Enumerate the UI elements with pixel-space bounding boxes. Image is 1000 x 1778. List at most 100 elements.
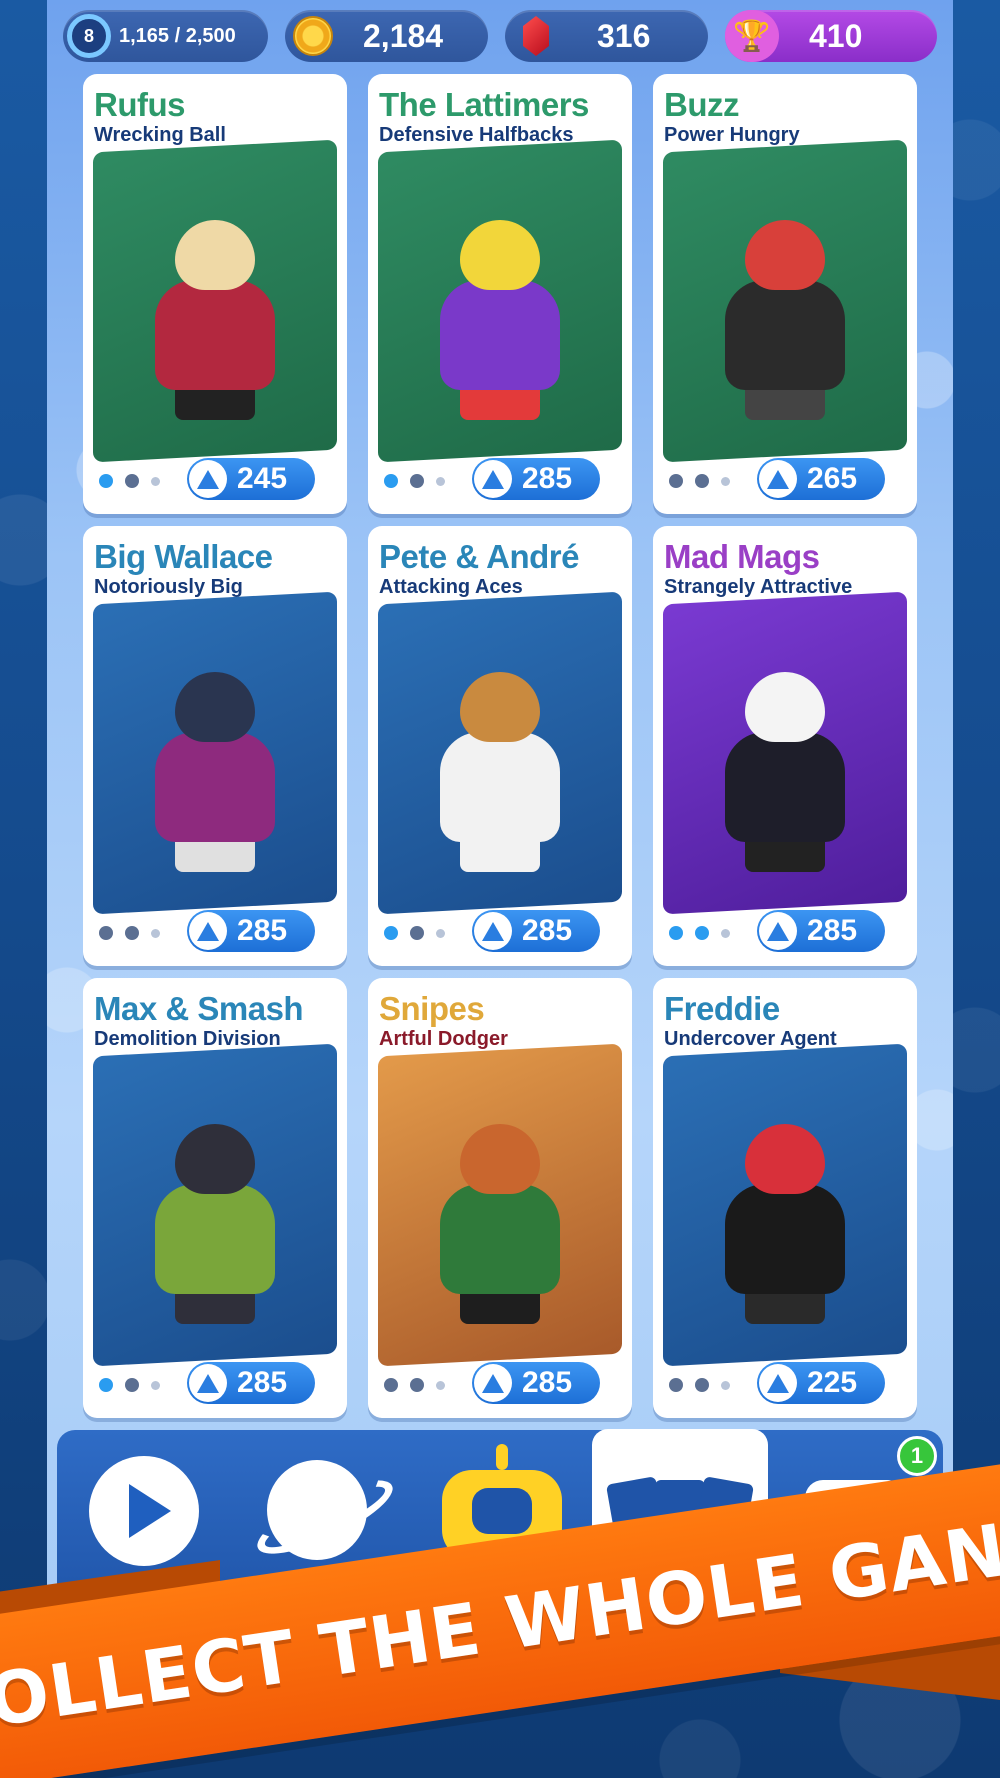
character-card[interactable]: Snipes Artful Dodger 285 [368, 978, 632, 1418]
price-value: 285 [237, 1366, 288, 1399]
upgrade-dot [125, 1378, 139, 1392]
upgrade-dot [669, 1378, 683, 1392]
card-subtitle: Attacking Aces [379, 576, 523, 598]
character-figure [435, 671, 565, 872]
character-card[interactable]: Rufus Wrecking Ball 245 [83, 74, 347, 514]
level-value: 8 [83, 25, 94, 46]
status-bar: 8 1,165 / 2,500 2,184 316 🏆 410 [63, 10, 937, 62]
character-portrait [93, 139, 337, 463]
character-figure [720, 671, 850, 872]
price-button[interactable]: 245 [187, 458, 315, 500]
card-subtitle: Wrecking Ball [94, 124, 226, 146]
cred-icon [759, 912, 797, 950]
cred-icon [474, 1364, 512, 1402]
upgrade-dots [99, 474, 160, 488]
character-card[interactable]: Max & Smash Demolition Division 285 [83, 978, 347, 1418]
upgrade-dot [384, 474, 398, 488]
character-card[interactable]: Mad Mags Strangely Attractive 285 [653, 526, 917, 966]
price-value: 245 [237, 462, 288, 495]
upgrade-dot [436, 476, 445, 486]
card-title: Buzz [664, 86, 740, 123]
play-icon[interactable] [89, 1456, 199, 1566]
upgrade-dot [721, 1380, 730, 1390]
cred-icon [759, 460, 797, 498]
card-title: Big Wallace [94, 538, 273, 575]
character-portrait [378, 1043, 622, 1367]
price-value: 285 [522, 914, 573, 947]
upgrade-dot [99, 926, 113, 940]
price-button[interactable]: 285 [472, 458, 600, 500]
card-title: The Lattimers [379, 86, 589, 123]
upgrade-dots [384, 474, 445, 488]
character-card[interactable]: Buzz Power Hungry 265 [653, 74, 917, 514]
card-title: Mad Mags [664, 538, 820, 575]
upgrade-dot [436, 928, 445, 938]
character-portrait [663, 139, 907, 463]
character-portrait [93, 1043, 337, 1367]
character-portrait [378, 591, 622, 915]
card-title: Rufus [94, 86, 186, 123]
price-button[interactable]: 285 [187, 910, 315, 952]
price-value: 285 [522, 1366, 573, 1399]
character-portrait [378, 139, 622, 463]
upgrade-dots [669, 926, 730, 940]
upgrade-dots [384, 1378, 445, 1392]
price-button[interactable]: 285 [187, 1362, 315, 1404]
card-subtitle: Artful Dodger [379, 1028, 508, 1050]
character-figure [150, 219, 280, 420]
upgrade-dot [695, 474, 709, 488]
upgrade-dots [99, 1378, 160, 1392]
upgrade-dot [384, 1378, 398, 1392]
price-button[interactable]: 285 [472, 1362, 600, 1404]
card-subtitle: Notoriously Big [94, 576, 243, 598]
coins-counter[interactable]: 2,184 [285, 10, 488, 62]
price-button[interactable]: 285 [472, 910, 600, 952]
upgrade-dot [436, 1380, 445, 1390]
card-title: Pete & André [379, 538, 580, 575]
upgrade-dot [151, 928, 160, 938]
character-card[interactable]: Pete & André Attacking Aces 285 [368, 526, 632, 966]
trophy-value: 410 [809, 17, 863, 54]
character-figure [720, 219, 850, 420]
upgrade-dot [410, 926, 424, 940]
cred-icon [189, 1364, 227, 1402]
card-title: Freddie [664, 990, 780, 1027]
upgrade-dot [99, 1378, 113, 1392]
card-subtitle: Power Hungry [664, 124, 800, 146]
upgrade-dot [695, 1378, 709, 1392]
price-value: 285 [237, 914, 288, 947]
gems-counter[interactable]: 316 [505, 10, 708, 62]
upgrade-dot [151, 1380, 160, 1390]
upgrade-dots [99, 926, 160, 940]
upgrade-dot [721, 928, 730, 938]
upgrade-dots [669, 474, 730, 488]
character-card[interactable]: Freddie Undercover Agent 225 [653, 978, 917, 1418]
character-figure [720, 1123, 850, 1324]
character-portrait [663, 1043, 907, 1367]
gem-icon [523, 16, 549, 56]
upgrade-dots [669, 1378, 730, 1392]
upgrade-dot [384, 926, 398, 940]
price-button[interactable]: 285 [757, 910, 885, 952]
planet-icon[interactable] [267, 1460, 367, 1560]
price-value: 285 [522, 462, 573, 495]
card-subtitle: Undercover Agent [664, 1028, 837, 1050]
xp-progress[interactable]: 8 1,165 / 2,500 [63, 10, 268, 62]
upgrade-dot [125, 926, 139, 940]
price-button[interactable]: 225 [757, 1362, 885, 1404]
upgrade-dot [410, 474, 424, 488]
trophy-counter[interactable]: 🏆 410 [725, 10, 937, 62]
price-value: 285 [807, 914, 858, 947]
coins-value: 2,184 [363, 17, 444, 54]
character-figure [150, 671, 280, 872]
upgrade-dot [695, 926, 709, 940]
character-portrait [663, 591, 907, 915]
cred-icon [474, 460, 512, 498]
price-button[interactable]: 265 [757, 458, 885, 500]
character-card[interactable]: The Lattimers Defensive Halfbacks 285 [368, 74, 632, 514]
price-value: 265 [807, 462, 858, 495]
character-card[interactable]: Big Wallace Notoriously Big 285 [83, 526, 347, 966]
cred-icon [189, 912, 227, 950]
xp-value: 1,165 / 2,500 [119, 24, 236, 47]
coin-icon [293, 16, 333, 56]
